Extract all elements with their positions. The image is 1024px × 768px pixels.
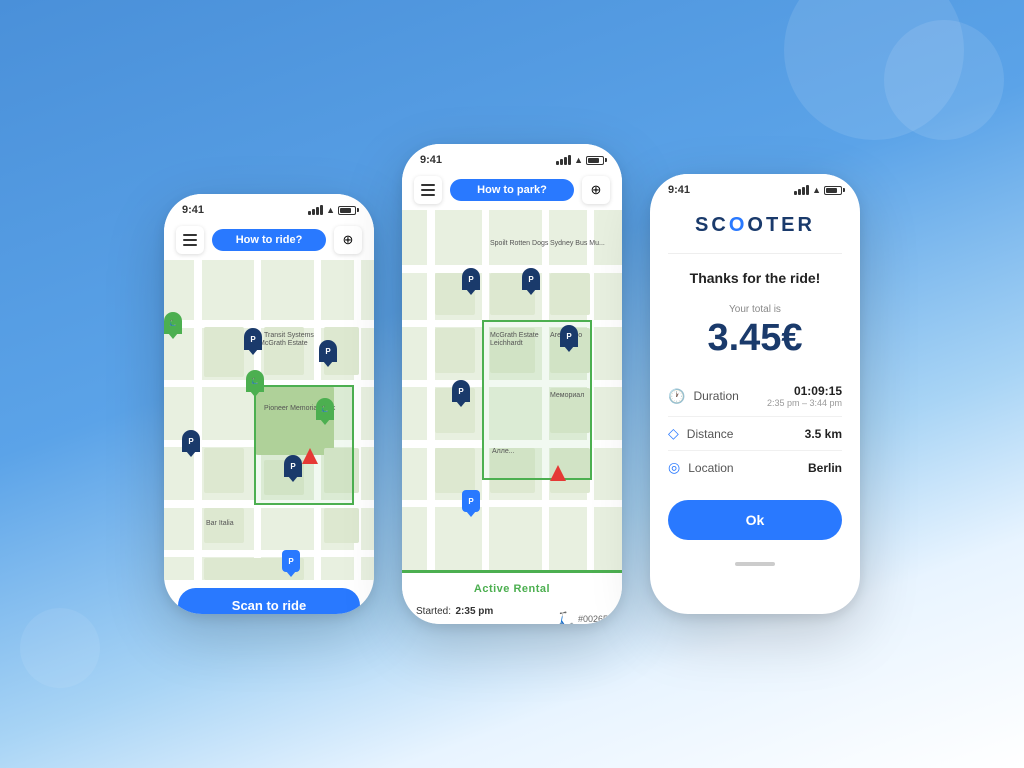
location-icon: ◎	[668, 459, 680, 476]
receipt-screen: SCOOTER Thanks for the ride! Your total …	[650, 200, 860, 554]
map-area-1: Transit Systems McGrath Estate Pioneer M…	[164, 260, 374, 580]
home-indicator-3	[735, 562, 775, 566]
parking-pin-2a: P	[462, 268, 480, 290]
menu-button-1[interactable]	[176, 226, 204, 254]
rental-started: Started: 2:35 pm Duration: 02:34:15	[416, 601, 501, 624]
rental-card: Active Rental Started: 2:35 pm Duration:…	[402, 570, 622, 624]
location-button-1[interactable]: ⊕	[334, 226, 362, 254]
location-button-2[interactable]: ⊕	[582, 176, 610, 204]
phone-1: 9:41 ▲ How to ride? ⊕	[164, 194, 374, 614]
parking-pin-1b: P	[244, 328, 262, 350]
distance-val: 3.5 km	[805, 427, 842, 441]
map-label-mcgrath2: McGrath Estate	[490, 332, 539, 339]
detail-row-location: ◎ Location Berlin	[668, 451, 842, 484]
scooter-id: 🛴 #00265	[558, 611, 608, 625]
parking-pin-2b: P	[522, 268, 540, 290]
rental-title: Active Rental	[416, 583, 608, 595]
thanks-message: Thanks for the ride!	[690, 270, 821, 286]
detail-left-distance: ◇ Distance	[668, 425, 733, 442]
bg-decoration-2	[884, 20, 1004, 140]
scooter-pin-3: 🛴	[164, 312, 182, 334]
wifi-icon-2: ▲	[574, 155, 583, 165]
ok-button[interactable]: Ok	[668, 500, 842, 540]
how-to-badge-2[interactable]: How to park?	[450, 179, 574, 201]
rental-info-row: Started: 2:35 pm Duration: 02:34:15 🛴 #0…	[416, 601, 608, 624]
duration-sub: 2:35 pm – 3:44 pm	[767, 398, 842, 408]
location-val: Berlin	[808, 461, 842, 475]
battery-icon-3	[824, 186, 842, 195]
wifi-icon-1: ▲	[326, 205, 335, 215]
signal-icon-2	[556, 155, 571, 165]
crosshair-icon-2: ⊕	[591, 182, 602, 198]
map-label-leich: Leichhardt	[490, 340, 523, 347]
scooter-icon: 🛴	[558, 611, 575, 625]
status-icons-2: ▲	[556, 155, 604, 165]
menu-button-2[interactable]	[414, 176, 442, 204]
duration-key: Duration	[693, 389, 738, 403]
parking-pin-blue-2: P	[462, 490, 480, 512]
parking-pin-2c: P	[560, 325, 578, 347]
parking-pin-2d: P	[452, 380, 470, 402]
signal-icon-3	[794, 185, 809, 195]
time-3: 9:41	[668, 184, 690, 196]
phones-container: 9:41 ▲ How to ride? ⊕	[164, 144, 860, 624]
status-bar-1: 9:41 ▲	[164, 194, 374, 220]
phone-3: 9:41 ▲ SCOOTER Thanks for the ride!	[650, 174, 860, 614]
wifi-icon-3: ▲	[812, 185, 821, 195]
map-label-transit: Transit Systems	[264, 332, 314, 339]
distance-key: Distance	[687, 427, 734, 441]
crosshair-icon-1: ⊕	[343, 232, 354, 248]
parking-pin-1d: P	[319, 340, 337, 362]
detail-row-duration: 🕐 Duration 01:09:15 2:35 pm – 3:44 pm	[668, 376, 842, 417]
time-2: 9:41	[420, 154, 442, 166]
screen-header-1: How to ride? ⊕	[164, 220, 374, 260]
map-label-spoilt: Spoilt Rotten Dogs	[490, 240, 548, 247]
detail-left-location: ◎ Location	[668, 459, 734, 476]
started-label: Started:	[416, 606, 451, 617]
time-1: 9:41	[182, 204, 204, 216]
started-value: 2:35 pm	[455, 606, 493, 617]
bg-decoration-3	[20, 608, 100, 688]
scan-to-ride-button[interactable]: Scan to ride	[178, 588, 360, 614]
map-area-2: Spoilt Rotten Dogs Sydney Bus Mu... McGr…	[402, 210, 622, 570]
status-bar-3: 9:41 ▲	[650, 174, 860, 200]
battery-icon-1	[338, 206, 356, 215]
parking-pin-1a: P	[182, 430, 200, 452]
signal-icon-1	[308, 205, 323, 215]
scooter-location-marker-2	[550, 465, 566, 481]
parking-pin-1c: P	[284, 455, 302, 477]
battery-icon-2	[586, 156, 604, 165]
screen-header-2: How to park? ⊕	[402, 170, 622, 210]
scooter-pin-2: 🛴	[246, 370, 264, 392]
phone-2: 9:41 ▲ How to park? ⊕	[402, 144, 622, 624]
total-label: Your total is	[729, 304, 781, 315]
clock-icon: 🕐	[668, 388, 685, 405]
map-label-sydney: Sydney Bus Mu...	[550, 240, 605, 247]
duration-right: 01:09:15 2:35 pm – 3:44 pm	[767, 384, 842, 408]
map-label-bus: McGrath Estate	[259, 340, 308, 347]
how-to-badge-1[interactable]: How to ride?	[212, 229, 326, 251]
status-icons-3: ▲	[794, 185, 842, 195]
total-amount: 3.45€	[707, 317, 802, 360]
diamond-icon: ◇	[668, 425, 679, 442]
map-label-bar: Bar Italia	[206, 520, 234, 527]
logo-text-sc: SC	[695, 214, 729, 236]
detail-row-distance: ◇ Distance 3.5 km	[668, 417, 842, 451]
logo-text-oter: OTER	[747, 214, 815, 236]
logo-dot: O	[729, 214, 748, 236]
scooter-pin-1: 🛴	[316, 398, 334, 420]
scooter-location-marker-1	[302, 448, 318, 464]
map-label-memorial: Мемориал	[550, 392, 584, 399]
status-bar-2: 9:41 ▲	[402, 144, 622, 170]
parking-pin-blue: P	[282, 550, 300, 572]
map-label-alle: Алле...	[492, 448, 515, 455]
status-icons-1: ▲	[308, 205, 356, 215]
detail-left-duration: 🕐 Duration	[668, 388, 739, 405]
location-key: Location	[688, 461, 733, 475]
duration-val: 01:09:15	[767, 384, 842, 398]
app-logo: SCOOTER	[695, 214, 815, 237]
divider-1	[668, 253, 842, 254]
